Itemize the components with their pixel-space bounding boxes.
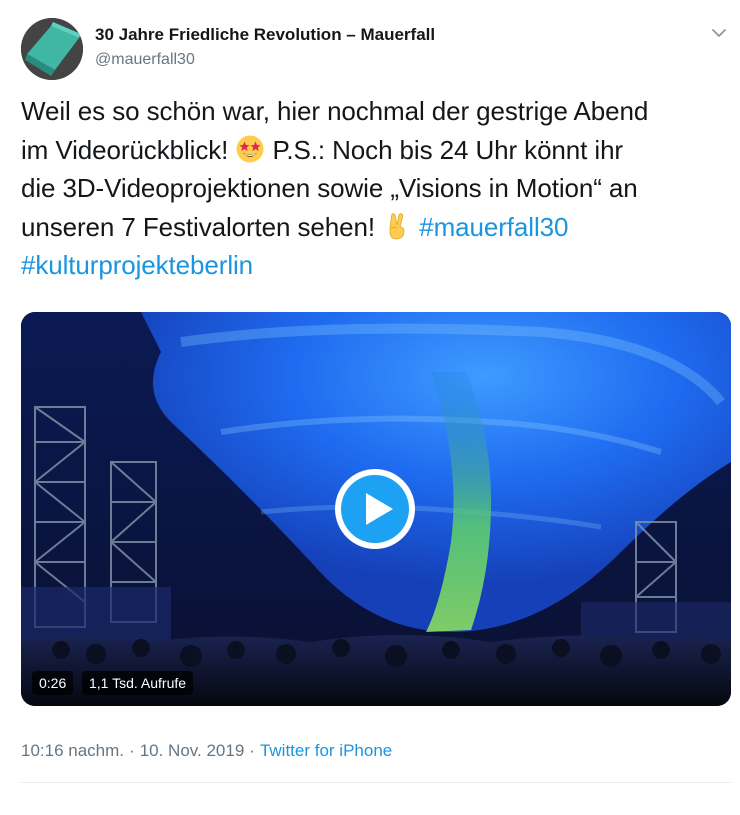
tweet-text-line: unseren 7 Festivalorten sehen! #mauerfal… [21,208,726,247]
victory-hand-emoji-icon [382,211,412,241]
tweet-meta: 10:16 nachm. · 10. Nov. 2019 · Twitter for i… [21,741,392,761]
tweet-text-line: die 3D-Videoprojektionen sowie „Visions … [21,173,638,203]
tweet-text-line: Weil es so schön war, hier nochmal der g… [21,96,649,126]
star-struck-emoji-icon [235,134,265,164]
meta-separator: · [249,741,255,760]
video-player[interactable] [21,312,731,706]
author-name[interactable]: 30 Jahre Friedliche Revolution – Mauerfa… [95,25,435,45]
video-views-badge: 1,1 Tsd. Aufrufe [82,671,194,695]
tweet-text-segment: unseren 7 Festivalorten sehen! [21,211,375,242]
video-duration-badge: 0:26 [32,671,74,695]
meta-separator: · [129,741,135,760]
play-icon [335,469,415,549]
avatar[interactable] [21,18,83,80]
hashtag-link[interactable]: #kulturprojekteberlin [21,250,253,280]
tweet-text-line: im Videorückblick! P.S.: Noch bis 24 Uhr… [21,131,726,170]
tweet-card: 30 Jahre Friedliche Revolution – Mauerfa… [0,0,740,815]
tweet-time[interactable]: 10:16 nachm. [21,741,124,760]
tweet-source-link[interactable]: Twitter for iPhone [260,741,392,760]
tweet-text-segment: im Videorückblick! [21,134,229,165]
chevron-down-icon[interactable] [710,24,728,42]
tweet-text: Weil es so schön war, hier nochmal der g… [21,92,726,285]
divider [21,782,731,783]
tweet-text-line: #kulturprojekteberlin [21,246,726,285]
tweet-date[interactable]: 10. Nov. 2019 [140,741,245,760]
play-button[interactable] [333,467,417,551]
tweet-text-segment: P.S.: Noch bis 24 Uhr könnt ihr [272,134,624,165]
hashtag-link[interactable]: #mauerfall30 [419,212,568,242]
author-handle[interactable]: @mauerfall30 [95,51,195,69]
